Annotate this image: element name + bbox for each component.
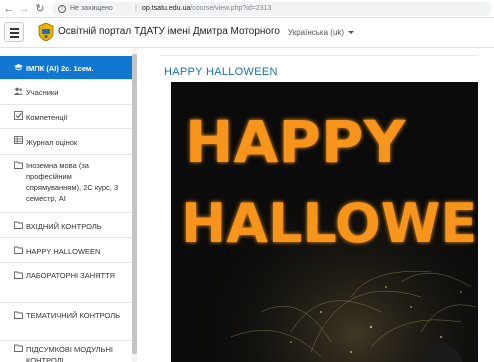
site-name-link[interactable]: Освітній портал ТДАТУ імені Дмитра Мотор… [58,26,280,37]
not-secure-label: Не захищено [70,5,113,12]
nav-item-label: ЛАБОРАТОРНІ ЗАНЯТТЯ [26,271,115,280]
language-selector[interactable]: Українська (uk) [288,28,355,37]
back-arrow-icon[interactable]: ← [3,2,15,16]
url-host: op.tsatu.edu.ua [142,5,191,12]
users-icon [14,87,23,98]
hamburger-line [10,32,19,34]
forward-arrow-icon[interactable]: → [18,2,30,16]
nav-item-label: Іноземна мова (за професійним спрямуванн… [26,161,119,203]
nav-item-section[interactable]: ВХІДНИЙ КОНТРОЛЬ [0,213,132,238]
table-icon [14,136,23,147]
language-label: Українська (uk) [288,28,345,37]
menu-toggle-button[interactable] [4,22,24,42]
nav-drawer: ІМПК (AI) 2с. 1сем. Учасники Компетенції… [0,48,135,362]
nav-item-label: Журнал оцінок [26,138,78,147]
nav-item-label: ІМПК (AI) 2с. 1сем. [26,64,94,73]
url-separator: | [135,5,137,12]
graduation-cap-icon [14,63,23,74]
nav-item-section[interactable]: ПІДСУМКОВІ МОДУЛЬНІ КОНТРОЛІ [0,341,132,362]
nav-item-label: ТЕМАТИЧНИЙ КОНТРОЛЬ [26,311,121,320]
halloween-text: HALLOWEEN [181,192,478,255]
site-navbar: Освітній портал ТДАТУ імені Дмитра Мотор… [0,18,494,48]
right-margin [478,48,494,362]
url-path: /course/view.php?id=2313 [190,5,272,12]
nav-item-section[interactable]: ТЕМАТИЧНИЙ КОНТРОЛЬ [0,303,132,341]
nav-item-course[interactable]: ІМПК (AI) 2с. 1сем. [0,56,132,80]
checkbox-icon [14,111,23,123]
nav-item-label: Компетенції [26,113,68,122]
nav-item-label: ПІДСУМКОВІ МОДУЛЬНІ КОНТРОЛІ [26,345,113,362]
university-logo-icon[interactable] [38,23,54,41]
halloween-artwork: HAPPY HALLOWEEN [171,82,494,362]
drawer-scrollbar-thumb[interactable] [132,54,137,354]
warning-icon: ! [58,5,66,13]
nav-item-label: Учасники [26,88,59,97]
url-text: op.tsatu.edu.ua/course/view.php?id=2313 [142,2,271,16]
reload-icon[interactable]: ↻ [34,2,46,16]
nav-item-section[interactable]: ЛАБОРАТОРНІ ЗАНЯТТЯ [0,263,132,303]
folder-icon [14,271,23,282]
happy-text: HAPPY [185,108,406,176]
divider [160,55,478,56]
nav-item-section[interactable]: HAPPY HALLOWEEN [0,238,132,263]
folder-icon [14,161,23,172]
browser-toolbar: ← → ↻ ! Не захищено | op.tsatu.edu.ua/co… [0,0,494,18]
nav-item-label: ВХІДНИЙ КОНТРОЛЬ [26,222,102,231]
halloween-image: HAPPY HALLOWEEN [171,82,494,362]
folder-icon [14,344,23,355]
nav-item-section[interactable]: Іноземна мова (за професійним спрямуванн… [0,155,132,213]
nav-item-competencies[interactable]: Компетенції [0,105,132,129]
folder-icon [14,221,23,232]
hamburger-line [10,28,19,30]
folder-icon [14,311,23,322]
address-bar[interactable]: ! Не захищено | op.tsatu.edu.ua/course/v… [52,2,492,16]
nav-item-gradebook[interactable]: Журнал оцінок [0,129,132,155]
folder-icon [14,246,23,257]
hamburger-line [10,36,19,38]
caret-down-icon [348,31,355,35]
section-title: HAPPY HALLOWEEN [164,66,278,78]
nav-item-label: HAPPY HALLOWEEN [26,247,101,256]
nav-item-participants[interactable]: Учасники [0,80,132,105]
